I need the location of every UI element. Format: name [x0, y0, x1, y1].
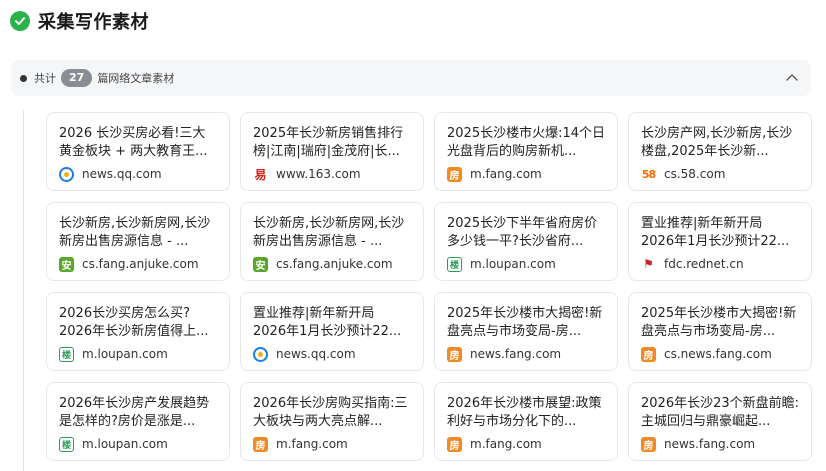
fang-favicon-icon: 房	[447, 166, 462, 182]
article-source: 楼 m.loupan.com	[59, 346, 217, 362]
fang-favicon-icon: 房	[253, 436, 268, 452]
article-source: 楼 m.loupan.com	[447, 256, 605, 272]
article-title: 置业推荐|新年新开局 2026年1月长沙预计22...	[641, 216, 790, 249]
article-title: 2025年长沙楼市大揭密!新盘亮点与市场变局-房...	[641, 306, 797, 339]
loupan-favicon-icon: 楼	[447, 256, 462, 272]
timeline-divider	[23, 110, 24, 471]
fang-favicon-icon: 房	[641, 436, 656, 452]
article-title: 长沙房产网,长沙新房,长沙楼盘,2025年长沙新...	[641, 126, 793, 159]
article-source: 房 m.fang.com	[447, 166, 605, 182]
check-circle-icon	[10, 11, 30, 31]
article-source: 58 cs.58.com	[641, 166, 799, 182]
article-title: 2025年长沙楼市大揭密!新盘亮点与市场变局-房...	[447, 306, 603, 339]
source-domain: m.fang.com	[276, 437, 348, 451]
source-domain: news.qq.com	[82, 167, 162, 181]
loupan-favicon-icon: 楼	[59, 436, 74, 452]
n163-favicon-icon: 易	[253, 166, 268, 182]
article-title: 2025年长沙新房销售排行榜|江南|瑞府|金茂府|长...	[253, 126, 404, 159]
article-card[interactable]: 2026年长沙楼市展望:政策利好与市场分化下的... 房 m.fang.com	[434, 382, 618, 461]
article-card[interactable]: 2025年长沙楼市大揭密!新盘亮点与市场变局-房... 房 cs.news.fang…	[628, 292, 812, 371]
article-card[interactable]: 2025长沙下半年省府房价多少钱一平?长沙省府... 楼 m.loupan.com	[434, 202, 618, 281]
chevron-up-icon[interactable]	[785, 72, 799, 82]
qq-favicon-icon	[59, 166, 74, 182]
source-domain: m.fang.com	[470, 167, 542, 181]
article-card[interactable]: 2026长沙买房怎么买? 2026年长沙新房值得上... 楼 m.loupan.co…	[46, 292, 230, 371]
article-title: 置业推荐|新年新开局 2026年1月长沙预计22...	[253, 306, 402, 339]
summary-suffix: 篇网络文章素材	[97, 72, 175, 85]
bullet-dot-icon	[20, 74, 27, 82]
article-count-badge: 27	[61, 69, 93, 87]
f58-favicon-icon: 58	[641, 166, 656, 182]
article-title: 长沙新房,长沙新房网,长沙新房出售房源信息 - ...	[59, 216, 211, 249]
article-card[interactable]: 2025长沙楼市火爆:14个日光盘背后的购房新机... 房 m.fang.com	[434, 112, 618, 191]
section-header: 采集写作素材	[10, 7, 149, 35]
article-title: 2026年长沙房产发展趋势是怎样的?房价是涨是...	[59, 396, 210, 429]
anjuke-favicon-icon: 安	[253, 256, 268, 272]
article-title: 2025长沙下半年省府房价多少钱一平?长沙省府...	[447, 216, 598, 249]
article-source: 安 cs.fang.anjuke.com	[59, 256, 217, 272]
loupan-favicon-icon: 楼	[59, 346, 74, 362]
section-title: 采集写作素材	[38, 12, 149, 33]
source-domain: m.loupan.com	[82, 437, 168, 451]
article-source: 房 cs.news.fang.com	[641, 346, 799, 362]
source-domain: news.fang.com	[470, 347, 562, 361]
article-card[interactable]: 2026 长沙买房必看!三大黄金板块 + 两大教育王... news.qq.com	[46, 112, 230, 191]
article-card[interactable]: 置业推荐|新年新开局 2026年1月长沙预计22... news.qq.com	[240, 292, 424, 371]
article-title: 2025长沙楼市火爆:14个日光盘背后的购房新机...	[447, 126, 605, 159]
source-domain: cs.58.com	[664, 167, 726, 181]
summary-prefix: 共计	[34, 72, 56, 85]
source-domain: m.loupan.com	[470, 257, 556, 271]
article-card[interactable]: 2025年长沙新房销售排行榜|江南|瑞府|金茂府|长... 易 www.163.co…	[240, 112, 424, 191]
article-card[interactable]: 2026年长沙房产发展趋势是怎样的?房价是涨是... 楼 m.loupan.com	[46, 382, 230, 461]
article-card[interactable]: 长沙新房,长沙新房网,长沙新房出售房源信息 - ... 安 cs.fang.anju…	[240, 202, 424, 281]
article-source: news.qq.com	[59, 166, 217, 182]
article-title: 2026年长沙23个新盘前瞻:主城回归与鼎豪崛起...	[641, 396, 799, 429]
article-source: 楼 m.loupan.com	[59, 436, 217, 452]
article-source: 安 cs.fang.anjuke.com	[253, 256, 411, 272]
article-card[interactable]: 2026年长沙房购买指南:三大板块与两大亮点解... 房 m.fang.com	[240, 382, 424, 461]
article-source: 易 www.163.com	[253, 166, 411, 182]
rednet-favicon-icon: ⚑	[641, 256, 656, 272]
fang-favicon-icon: 房	[641, 346, 656, 362]
source-domain: cs.fang.anjuke.com	[82, 257, 199, 271]
article-title: 2026长沙买房怎么买? 2026年长沙新房值得上...	[59, 306, 209, 339]
fang-favicon-icon: 房	[447, 436, 462, 452]
source-domain: fdc.rednet.cn	[664, 257, 744, 271]
anjuke-favicon-icon: 安	[59, 256, 74, 272]
source-domain: news.qq.com	[276, 347, 356, 361]
article-source: news.qq.com	[253, 346, 411, 362]
article-card[interactable]: 置业推荐|新年新开局 2026年1月长沙预计22... ⚑ fdc.rednet.c…	[628, 202, 812, 281]
source-domain: m.loupan.com	[82, 347, 168, 361]
source-domain: cs.news.fang.com	[664, 347, 772, 361]
article-card[interactable]: 长沙房产网,长沙新房,长沙楼盘,2025年长沙新... 58 cs.58.com	[628, 112, 812, 191]
source-domain: www.163.com	[276, 167, 361, 181]
fang-favicon-icon: 房	[447, 346, 462, 362]
article-title: 长沙新房,长沙新房网,长沙新房出售房源信息 - ...	[253, 216, 405, 249]
article-card[interactable]: 长沙新房,长沙新房网,长沙新房出售房源信息 - ... 安 cs.fang.anju…	[46, 202, 230, 281]
article-source: 房 news.fang.com	[447, 346, 605, 362]
article-title: 2026年长沙房购买指南:三大板块与两大亮点解...	[253, 396, 408, 429]
article-source: ⚑ fdc.rednet.cn	[641, 256, 799, 272]
article-title: 2026 长沙买房必看!三大黄金板块 + 两大教育王...	[59, 126, 208, 159]
source-domain: news.fang.com	[664, 437, 756, 451]
qq-favicon-icon	[253, 346, 268, 362]
article-card[interactable]: 2026年长沙23个新盘前瞻:主城回归与鼎豪崛起... 房 news.fang.co…	[628, 382, 812, 461]
article-source: 房 news.fang.com	[641, 436, 799, 452]
source-domain: m.fang.com	[470, 437, 542, 451]
article-source: 房 m.fang.com	[447, 436, 605, 452]
article-source: 房 m.fang.com	[253, 436, 411, 452]
article-title: 2026年长沙楼市展望:政策利好与市场分化下的...	[447, 396, 602, 429]
article-card[interactable]: 2025年长沙楼市大揭密!新盘亮点与市场变局-房... 房 news.fang.co…	[434, 292, 618, 371]
source-domain: cs.fang.anjuke.com	[276, 257, 393, 271]
summary-bar[interactable]: 共计 27 篇网络文章素材	[11, 60, 811, 96]
